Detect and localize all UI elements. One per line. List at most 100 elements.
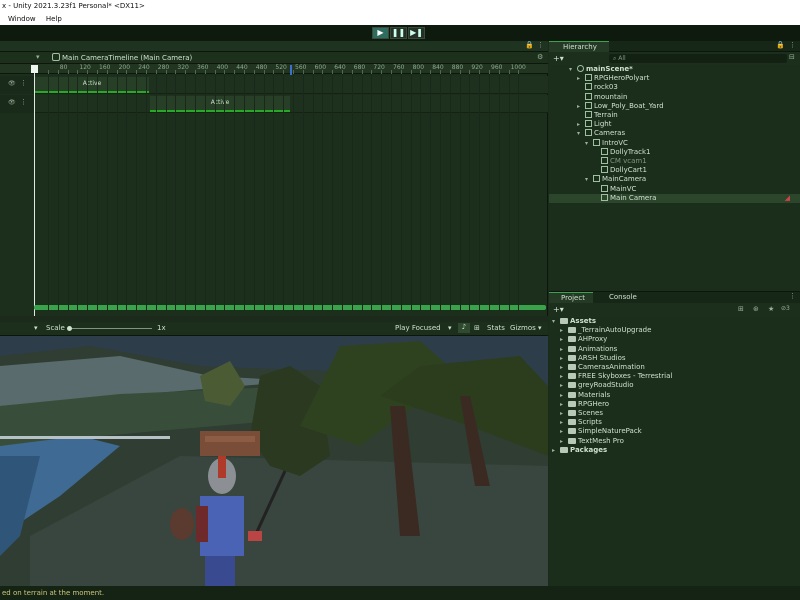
- hierarchy-search-input[interactable]: ⌕ All: [609, 54, 787, 63]
- hierarchy-item[interactable]: ▾ mainScene*: [549, 65, 800, 74]
- eye-icon[interactable]: 👁: [8, 99, 16, 106]
- play-focused-arrow-icon[interactable]: ▾: [448, 324, 452, 332]
- lock-icon[interactable]: 🔒: [525, 41, 534, 49]
- collapse-arrow-icon[interactable]: ▸: [552, 446, 560, 455]
- hierarchy-item[interactable]: CM vcam1: [549, 157, 800, 166]
- hierarchy-item[interactable]: MainVC: [549, 184, 800, 194]
- track-header[interactable]: 👁 ⋮: [0, 95, 34, 113]
- project-folder-item[interactable]: ▾ Assets: [549, 317, 800, 326]
- collapse-arrow-icon[interactable]: ▸: [560, 409, 568, 418]
- tab-project[interactable]: Project: [549, 292, 593, 303]
- scale-slider-thumb[interactable]: [67, 326, 72, 331]
- collapse-arrow-icon[interactable]: ▸: [560, 381, 568, 390]
- project-folder-item[interactable]: ▸ CamerasAnimation: [549, 363, 800, 372]
- project-folder-item[interactable]: ▸ greyRoadStudio: [549, 381, 800, 390]
- expand-arrow-icon[interactable]: ▾: [585, 175, 593, 184]
- hierarchy-item[interactable]: DollyTrack1: [549, 147, 800, 157]
- collapse-arrow-icon[interactable]: ▸: [560, 437, 568, 446]
- project-folder-item[interactable]: ▸ AHProxy: [549, 335, 800, 344]
- hidden-packages-badge[interactable]: ⊘3: [781, 305, 790, 312]
- timeline-dropdown-icon[interactable]: ▾: [36, 53, 40, 61]
- collapse-arrow-icon[interactable]: ▸: [560, 354, 568, 363]
- project-folder-item[interactable]: ▸ Packages: [549, 446, 800, 455]
- project-folder-item[interactable]: ▸ ARSH Studios: [549, 354, 800, 363]
- collapse-arrow-icon[interactable]: ▸: [560, 391, 568, 400]
- collapse-arrow-icon[interactable]: ▸: [560, 345, 568, 354]
- menu-item-window[interactable]: Window: [8, 13, 36, 25]
- collapse-arrow-icon[interactable]: ▸: [560, 418, 568, 427]
- expand-arrow-icon[interactable]: ▾: [552, 317, 560, 326]
- track-menu-icon[interactable]: ⋮: [20, 98, 27, 106]
- timeline-ruler[interactable]: 80 120 160 200 240 280 320 360 400 440 480 520 560 60…: [0, 64, 548, 74]
- more-menu-icon[interactable]: ⋮: [789, 292, 796, 300]
- pause-button[interactable]: ❚❚: [390, 27, 407, 39]
- scene-visibility-icon[interactable]: ⊟: [789, 53, 795, 61]
- scale-slider[interactable]: [68, 328, 152, 329]
- game-render-canvas[interactable]: [0, 336, 548, 586]
- collapse-arrow-icon[interactable]: ▸: [560, 372, 568, 381]
- more-menu-icon[interactable]: ⋮: [789, 41, 796, 49]
- search-by-label-icon[interactable]: ⊛: [753, 305, 759, 313]
- project-folder-item[interactable]: ▸ FREE Skyboxes - Terrestrial: [549, 372, 800, 381]
- mute-audio-icon[interactable]: ♪: [458, 323, 470, 333]
- hierarchy-item[interactable]: Terrain: [549, 111, 800, 120]
- hierarchy-item[interactable]: Main Camera ◢: [549, 193, 800, 203]
- expand-arrow-icon[interactable]: ▾: [585, 139, 593, 148]
- collapse-arrow-icon[interactable]: ▸: [577, 120, 585, 129]
- collapse-arrow-icon[interactable]: ▸: [560, 326, 568, 335]
- step-icon: ▶❚: [410, 28, 423, 37]
- tab-hierarchy[interactable]: Hierarchy: [549, 41, 609, 52]
- gizmos-button[interactable]: Gizmos: [510, 324, 536, 332]
- expand-arrow-icon[interactable]: ▾: [569, 65, 577, 74]
- step-button[interactable]: ▶❚: [408, 27, 425, 39]
- hierarchy-item[interactable]: ▸ RPGHeroPolyart: [549, 74, 800, 83]
- project-folder-item[interactable]: ▸ _TerrainAutoUpgrade: [549, 326, 800, 335]
- project-folder-item[interactable]: ▸ Scripts: [549, 418, 800, 427]
- grid-icon[interactable]: ⊞: [474, 324, 480, 332]
- project-folder-item[interactable]: ▸ RPGHero: [549, 400, 800, 409]
- hierarchy-item[interactable]: rock03: [549, 83, 800, 92]
- hierarchy-item[interactable]: ▾ IntroVC: [549, 138, 800, 148]
- collapse-arrow-icon[interactable]: ▸: [560, 400, 568, 409]
- timeline-grid-line: [214, 74, 216, 311]
- project-folder-item[interactable]: ▸ Scenes: [549, 409, 800, 418]
- hierarchy-item[interactable]: ▸ Low_Poly_Boat_Yard: [549, 101, 800, 111]
- more-menu-icon[interactable]: ⋮: [537, 41, 544, 49]
- add-icon[interactable]: +▾: [553, 54, 564, 63]
- track-menu-icon[interactable]: ⋮: [20, 79, 27, 87]
- play-focused-dropdown[interactable]: Play Focused: [395, 324, 441, 332]
- gizmos-dropdown-icon[interactable]: ▾: [538, 324, 542, 332]
- project-folder-item[interactable]: ▸ Materials: [549, 391, 800, 400]
- timeline-grid-line: [449, 74, 451, 311]
- project-folder-item[interactable]: ▸ Animations: [549, 345, 800, 354]
- activation-clip[interactable]: Active: [35, 77, 149, 93]
- collapse-arrow-icon[interactable]: ▸: [560, 427, 568, 436]
- search-by-type-icon[interactable]: ⊞: [738, 305, 744, 313]
- hierarchy-item[interactable]: ▸ Light: [549, 120, 800, 129]
- hierarchy-window: Hierarchy 🔒 ⋮ +▾ ⌕ All ⊟ ▾ mainScene* ▸ RPG…: [549, 41, 800, 291]
- collapse-arrow-icon[interactable]: ▸: [577, 74, 585, 83]
- add-asset-icon[interactable]: +▾: [553, 305, 564, 314]
- menu-item-help[interactable]: Help: [46, 13, 62, 25]
- hierarchy-item[interactable]: mountain: [549, 92, 800, 102]
- hierarchy-item[interactable]: DollyCart1: [549, 166, 800, 175]
- track-header[interactable]: 👁 ⋮: [0, 76, 34, 94]
- lock-icon[interactable]: 🔒: [776, 41, 785, 49]
- eye-icon[interactable]: 👁: [8, 80, 16, 87]
- play-button[interactable]: ▶: [372, 27, 389, 39]
- timeline-settings-icon[interactable]: ⚙: [537, 53, 543, 61]
- activation-clip[interactable]: Active: [150, 96, 290, 112]
- expand-arrow-icon[interactable]: ▾: [577, 129, 585, 138]
- collapse-arrow-icon[interactable]: ▸: [560, 335, 568, 344]
- project-folder-item[interactable]: ▸ TextMesh Pro: [549, 437, 800, 446]
- playhead-handle[interactable]: [31, 65, 38, 73]
- collapse-arrow-icon[interactable]: ▸: [560, 363, 568, 372]
- hierarchy-item[interactable]: ▾ MainCamera: [549, 175, 800, 184]
- favorites-icon[interactable]: ★: [768, 305, 774, 313]
- display-dropdown-icon[interactable]: ▾: [34, 324, 38, 332]
- hierarchy-item[interactable]: ▾ Cameras: [549, 129, 800, 138]
- stats-button[interactable]: Stats: [487, 324, 505, 332]
- project-folder-item[interactable]: ▸ SimpleNaturePack: [549, 427, 800, 436]
- tab-console[interactable]: Console: [597, 292, 645, 303]
- collapse-arrow-icon[interactable]: ▸: [577, 102, 585, 111]
